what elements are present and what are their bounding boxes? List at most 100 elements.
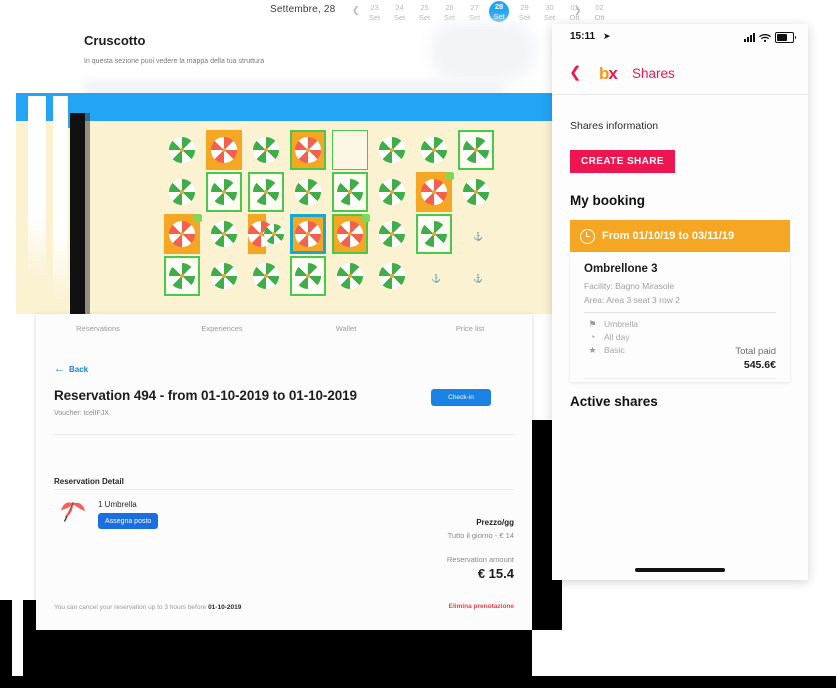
beach-spot[interactable]	[161, 213, 203, 255]
umbrella-icon-free	[211, 263, 237, 289]
page-title: Cruscotto	[84, 33, 146, 48]
beach-spot[interactable]	[161, 129, 203, 171]
tab-reservations[interactable]: Reservations	[36, 324, 160, 333]
beach-spot[interactable]	[161, 255, 203, 297]
booking-card[interactable]: Ombrellone 3 Facility: Bagno Mirasole Ar…	[570, 252, 790, 382]
calendar-prev-icon[interactable]: ❮	[352, 5, 360, 16]
beach-spot[interactable]	[245, 213, 287, 255]
beach-spot[interactable]	[329, 129, 371, 171]
umbrella-icon-free	[211, 179, 237, 205]
calendar-day-month: Set	[518, 13, 531, 22]
calendar-day-25[interactable]: 25 Set	[412, 1, 437, 23]
beach-spot[interactable]	[329, 255, 371, 297]
beach-spot[interactable]	[287, 129, 329, 171]
umbrella-icon-free	[264, 224, 284, 244]
beach-spot[interactable]	[455, 171, 497, 213]
beach-spot[interactable]	[455, 129, 497, 171]
calendar-day-01[interactable]: 01 Ott	[562, 1, 587, 23]
beach-spot[interactable]	[413, 213, 455, 255]
beach-spot[interactable]	[371, 255, 413, 297]
booking-feature-basic: ★ Basic	[588, 345, 625, 355]
umbrella-icon-free	[337, 179, 363, 205]
beach-spot[interactable]	[245, 255, 287, 297]
clock-half-icon: ◔	[589, 331, 596, 342]
calendar-day-23[interactable]: 23 Set	[362, 1, 387, 23]
create-share-button[interactable]: CREATE SHARE	[570, 150, 675, 173]
frame-bar-phone-left	[538, 430, 552, 580]
price-per-day-label: Prezzo/gg	[476, 518, 514, 527]
beach-spot[interactable]: ⚓	[455, 255, 497, 297]
screenshot-stage: Settembre, 28 ❮ ❯ 23 Set 24 Set 25 Set 26 Set 27…	[0, 0, 836, 688]
beach-spot[interactable]	[413, 171, 455, 213]
beach-spot[interactable]: ⚓	[455, 213, 497, 255]
reservation-tabbar[interactable]: Reservations Experiences Wallet Price list	[36, 314, 532, 342]
beach-spot[interactable]	[413, 129, 455, 171]
back-button[interactable]: ← Back	[54, 364, 88, 375]
status-bar: 15:11 ➤	[552, 24, 808, 54]
beach-spot[interactable]	[371, 171, 413, 213]
tab-experiences[interactable]: Experiences	[160, 324, 284, 333]
beach-spot[interactable]	[329, 171, 371, 213]
umbrella-icon-free	[169, 263, 195, 289]
umbrella-icon-booked	[421, 179, 447, 205]
logo-x: x	[608, 64, 618, 83]
calendar-day-29[interactable]: 29 Set	[512, 1, 537, 23]
active-shares-title: Active shares	[570, 394, 658, 409]
calendar-day-02[interactable]: 02 Ott	[587, 1, 612, 23]
booking-feature-allday: ◔ All day	[588, 332, 630, 342]
calendar-day-month: Set	[543, 13, 556, 22]
calendar-day-24[interactable]: 24 Set	[387, 1, 412, 23]
beach-umbrella-icon	[61, 502, 85, 522]
tab-wallet[interactable]: Wallet	[284, 324, 408, 333]
umbrella-icon-free	[337, 263, 363, 289]
beach-spot[interactable]: ⚓	[413, 255, 455, 297]
check-badge-icon	[194, 214, 202, 222]
umbrella-icon-free	[421, 137, 447, 163]
check-in-button[interactable]: Check-in	[431, 389, 491, 406]
calendar-day-month: Ott	[569, 13, 580, 22]
calendar-day-month: Set	[393, 13, 406, 22]
calendar-day-strip[interactable]: 23 Set 24 Set 25 Set 26 Set 27 Set 28 Set 29 Set 30 Set…	[362, 1, 612, 23]
beach-map[interactable]: ⚓ ⚓ ⚓	[16, 121, 612, 314]
calendar-day-number: 01	[570, 3, 579, 12]
beach-spot[interactable]	[287, 213, 329, 255]
booking-name: Ombrellone 3	[584, 263, 658, 275]
page-subtitle: In questa sezione puoi vedere la mappa d…	[84, 58, 265, 65]
beach-spot[interactable]	[371, 213, 413, 255]
logo-b: b	[599, 64, 609, 83]
calendar-day-27[interactable]: 27 Set	[462, 1, 487, 23]
assign-seat-button[interactable]: Assegna posto	[98, 513, 159, 529]
beach-spot[interactable]	[203, 171, 245, 213]
beach-spot[interactable]	[287, 255, 329, 297]
beach-spot[interactable]	[203, 129, 245, 171]
umbrella-icon-booked	[337, 221, 363, 247]
calendar-day-30[interactable]: 30 Set	[537, 1, 562, 23]
reservation-amount-value: € 15.4	[477, 566, 514, 581]
tab-price-list[interactable]: Price list	[408, 324, 532, 333]
home-indicator[interactable]	[635, 568, 725, 572]
beach-spot[interactable]	[287, 171, 329, 213]
voucher-code: Voucher: tcelIFJX	[54, 410, 109, 417]
umbrella-icon-free	[295, 263, 321, 289]
umbrella-icon-free	[463, 179, 489, 205]
calendar-day-26[interactable]: 26 Set	[437, 1, 462, 23]
divider	[584, 378, 776, 379]
beach-spot[interactable]	[245, 171, 287, 213]
navbar-title: Shares	[632, 66, 675, 81]
beach-umbrella-grid[interactable]: ⚓ ⚓ ⚓	[161, 129, 531, 309]
clock-icon	[580, 228, 595, 244]
umbrella-icon-booked	[295, 137, 321, 163]
beach-spot[interactable]	[329, 213, 371, 255]
booking-feature-label: Basic	[604, 345, 625, 355]
divider	[54, 489, 514, 490]
umbrella-icon-free	[379, 263, 405, 289]
reservation-detail-title: Reservation Detail	[54, 477, 124, 486]
beach-spot[interactable]	[203, 255, 245, 297]
calendar-day-28[interactable]: 28 Set	[489, 1, 509, 22]
beach-spot[interactable]	[245, 129, 287, 171]
beach-spot[interactable]	[161, 171, 203, 213]
chevron-left-icon[interactable]: ❮	[569, 64, 582, 82]
beach-spot[interactable]	[203, 213, 245, 255]
delete-reservation-link[interactable]: Elimina prenotazione	[449, 603, 514, 610]
beach-spot[interactable]	[371, 129, 413, 171]
